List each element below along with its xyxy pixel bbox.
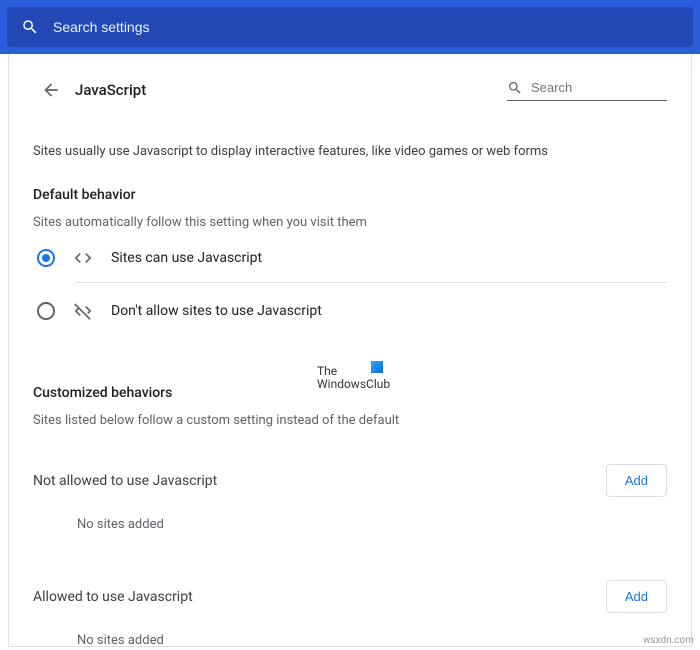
search-icon — [507, 80, 523, 96]
arrow-back-icon — [41, 80, 61, 100]
page-description: Sites usually use Javascript to display … — [33, 144, 667, 159]
add-blocked-button[interactable]: Add — [606, 464, 667, 497]
back-button[interactable] — [33, 72, 69, 108]
image-credit: wsxdn.com — [643, 635, 694, 646]
code-off-icon — [73, 301, 93, 321]
top-search-bar — [0, 0, 700, 54]
allowed-empty-text: No sites added — [77, 633, 667, 648]
custom-behaviors-sub: Sites listed below follow a custom setti… — [33, 413, 667, 428]
radio-icon — [37, 249, 55, 267]
blocked-list-header: Not allowed to use Javascript Add — [33, 464, 667, 497]
page-header: JavaScript — [33, 54, 667, 116]
default-behavior-heading: Default behavior — [33, 187, 667, 203]
search-settings-input[interactable] — [53, 19, 679, 35]
radio-option-block[interactable]: Don't allow sites to use Javascript — [33, 283, 667, 335]
watermark-line2: WindowsClub — [317, 378, 667, 391]
radio-label: Sites can use Javascript — [111, 250, 262, 266]
default-behavior-sub: Sites automatically follow this setting … — [33, 215, 667, 230]
blocked-empty-text: No sites added — [77, 517, 667, 532]
search-icon — [21, 18, 39, 36]
radio-icon — [37, 302, 55, 320]
radio-option-allow[interactable]: Sites can use Javascript — [33, 230, 667, 282]
add-allowed-button[interactable]: Add — [606, 580, 667, 613]
allowed-list-header: Allowed to use Javascript Add — [33, 580, 667, 613]
blocked-list-title: Not allowed to use Javascript — [33, 473, 217, 489]
code-icon — [73, 248, 93, 268]
watermark: The WindowsClub — [317, 365, 667, 391]
sub-search-input[interactable] — [531, 80, 667, 95]
settings-panel: JavaScript Sites usually use Javascript … — [8, 54, 692, 647]
search-settings-field[interactable] — [7, 7, 693, 47]
watermark-logo-icon — [371, 361, 383, 373]
allowed-list-title: Allowed to use Javascript — [33, 589, 193, 605]
radio-label: Don't allow sites to use Javascript — [111, 303, 322, 319]
page-title: JavaScript — [75, 81, 146, 99]
sub-search-field[interactable] — [507, 80, 667, 101]
